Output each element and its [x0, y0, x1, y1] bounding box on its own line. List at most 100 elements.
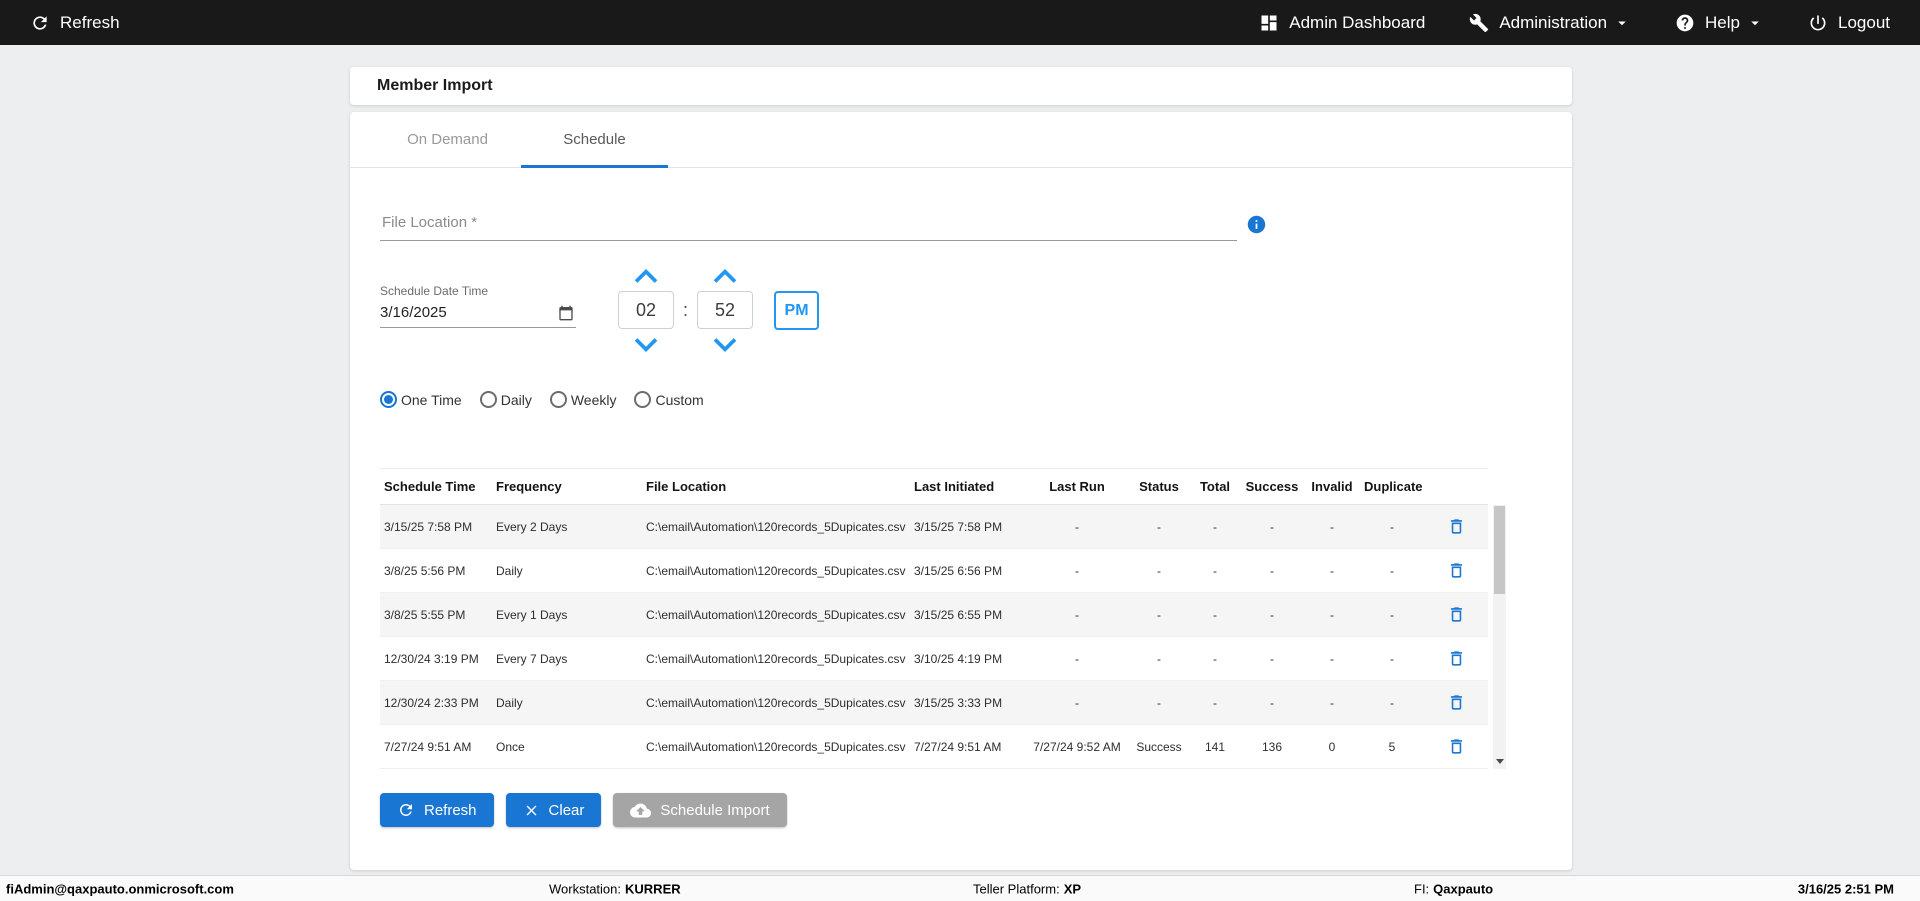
cell-file-location: C:\email\Automation\120records_5Dupicate…: [642, 592, 910, 637]
cell-schedule-time: 12/30/24 3:19 PM: [380, 636, 492, 681]
teller-platform-label: Teller Platform:: [973, 881, 1060, 896]
tab-on-demand[interactable]: On Demand: [374, 112, 521, 167]
schedule-import-button[interactable]: Schedule Import: [613, 793, 787, 827]
info-icon[interactable]: [1246, 214, 1267, 235]
chevron-down-icon: [713, 337, 737, 352]
file-location-placeholder: File Location *: [382, 214, 478, 231]
frequency-radio-option[interactable]: Daily: [479, 391, 532, 408]
hour-decrement-button[interactable]: [633, 336, 659, 353]
cell-status: -: [1128, 680, 1190, 725]
radio-button-icon: [634, 391, 652, 408]
frequency-radio-option[interactable]: Weekly: [549, 391, 616, 408]
file-location-input[interactable]: File Location *: [380, 208, 1237, 241]
schedule-date-field[interactable]: Schedule Date Time 3/16/2025: [380, 284, 576, 328]
radio-button-icon: [549, 391, 567, 408]
trash-icon: [1450, 694, 1462, 710]
cell-invalid: 0: [1304, 724, 1360, 769]
cell-actions: [1424, 504, 1488, 549]
col-duplicate: Duplicate: [1360, 468, 1424, 505]
workstation-info: Workstation: KURRER: [549, 881, 681, 896]
cell-duplicate: -: [1360, 548, 1424, 593]
hour-increment-button[interactable]: [633, 267, 659, 284]
scrollbar-thumb[interactable]: [1494, 506, 1505, 594]
minute-increment-button[interactable]: [712, 267, 738, 284]
cell-file-location: C:\email\Automation\120records_5Dupicate…: [642, 724, 910, 769]
delete-row-button[interactable]: [1443, 647, 1470, 670]
minute-spinner: 52: [697, 267, 754, 353]
col-frequency: Frequency: [492, 468, 642, 505]
refresh-nav[interactable]: Refresh: [30, 13, 120, 33]
delete-row-button[interactable]: [1443, 559, 1470, 582]
cell-success: -: [1240, 548, 1304, 593]
file-location-row: File Location *: [380, 208, 1542, 241]
cell-frequency: Every 1 Days: [492, 592, 642, 637]
cell-total: -: [1190, 548, 1240, 593]
logout-nav[interactable]: Logout: [1808, 13, 1890, 33]
page-title: Member Import: [350, 67, 1572, 105]
refresh-nav-label: Refresh: [60, 12, 120, 32]
cell-schedule-time: 7/27/24 9:51 AM: [380, 724, 492, 769]
scrollbar-down-arrow[interactable]: [1493, 754, 1506, 769]
cell-duplicate: -: [1360, 592, 1424, 637]
cell-actions: [1424, 592, 1488, 637]
member-import-card: Member Import On Demand Schedule File Lo…: [350, 67, 1572, 870]
fi-value: Qaxpauto: [1433, 881, 1494, 896]
schedule-table-body: 3/15/25 7:58 PM Every 2 Days C:\email\Au…: [380, 504, 1488, 769]
close-icon: [526, 805, 536, 815]
cell-last-run: 7/27/24 9:52 AM: [1026, 724, 1128, 769]
cell-total: 141: [1190, 724, 1240, 769]
trash-icon: [1450, 518, 1462, 534]
cell-duplicate: -: [1360, 504, 1424, 549]
cell-invalid: -: [1304, 548, 1360, 593]
meridiem-toggle[interactable]: PM: [774, 291, 820, 330]
frequency-radio-group: One Time Daily Weekly Custom: [380, 391, 1542, 408]
delete-row-button[interactable]: [1443, 691, 1470, 714]
refresh-button[interactable]: Refresh: [380, 793, 494, 827]
col-last-initiated: Last Initiated: [910, 468, 1026, 505]
chevron-up-icon: [713, 268, 737, 283]
cell-last-run: -: [1026, 548, 1128, 593]
cell-status: -: [1128, 592, 1190, 637]
radio-option-label: One Time: [401, 391, 462, 408]
col-last-run: Last Run: [1026, 468, 1128, 505]
minute-decrement-button[interactable]: [712, 336, 738, 353]
radio-button-icon: [479, 391, 497, 408]
administration-nav[interactable]: Administration: [1469, 13, 1631, 33]
cell-success: -: [1240, 592, 1304, 637]
help-nav[interactable]: Help: [1675, 13, 1764, 33]
workstation-value: KURRER: [625, 881, 681, 896]
hour-input[interactable]: 02: [618, 291, 674, 329]
tab-schedule[interactable]: Schedule: [521, 112, 668, 168]
trash-icon: [1450, 650, 1462, 666]
cell-schedule-time: 3/15/25 7:58 PM: [380, 504, 492, 549]
admin-dashboard-nav[interactable]: Admin Dashboard: [1259, 13, 1425, 33]
tab-bar: On Demand Schedule: [350, 112, 1572, 168]
clear-button-label: Clear: [548, 801, 585, 819]
table-scrollbar[interactable]: [1493, 505, 1506, 769]
schedule-datetime-row: Schedule Date Time 3/16/2025 02: 52 PM: [380, 267, 1542, 353]
cell-last-run: -: [1026, 592, 1128, 637]
frequency-radio-option[interactable]: Custom: [634, 391, 704, 408]
calendar-icon[interactable]: [558, 305, 574, 321]
delete-row-button[interactable]: [1443, 603, 1470, 626]
frequency-radio-option[interactable]: One Time: [380, 391, 462, 408]
minute-input[interactable]: 52: [697, 291, 754, 329]
table-row: 12/30/24 3:19 PM Every 7 Days C:\email\A…: [380, 636, 1488, 681]
trash-icon: [1450, 606, 1462, 622]
cell-last-initiated: 7/27/24 9:51 AM: [910, 724, 1026, 769]
delete-row-button[interactable]: [1443, 735, 1470, 758]
cell-last-initiated: 3/15/25 6:55 PM: [910, 592, 1026, 637]
radio-option-label: Custom: [655, 391, 704, 408]
chevron-up-icon: [634, 268, 658, 283]
administration-label: Administration: [1499, 12, 1608, 32]
trash-icon: [1450, 738, 1462, 754]
fi-label: FI:: [1414, 881, 1430, 896]
clear-button[interactable]: Clear: [505, 793, 602, 827]
delete-row-button[interactable]: [1443, 515, 1470, 538]
cell-invalid: -: [1304, 680, 1360, 725]
cell-status: -: [1128, 504, 1190, 549]
schedule-form: File Location * Schedule Date Time 3/16/…: [350, 208, 1572, 827]
col-actions: [1424, 468, 1488, 505]
refresh-icon: [399, 804, 412, 816]
cell-last-run: -: [1026, 636, 1128, 681]
